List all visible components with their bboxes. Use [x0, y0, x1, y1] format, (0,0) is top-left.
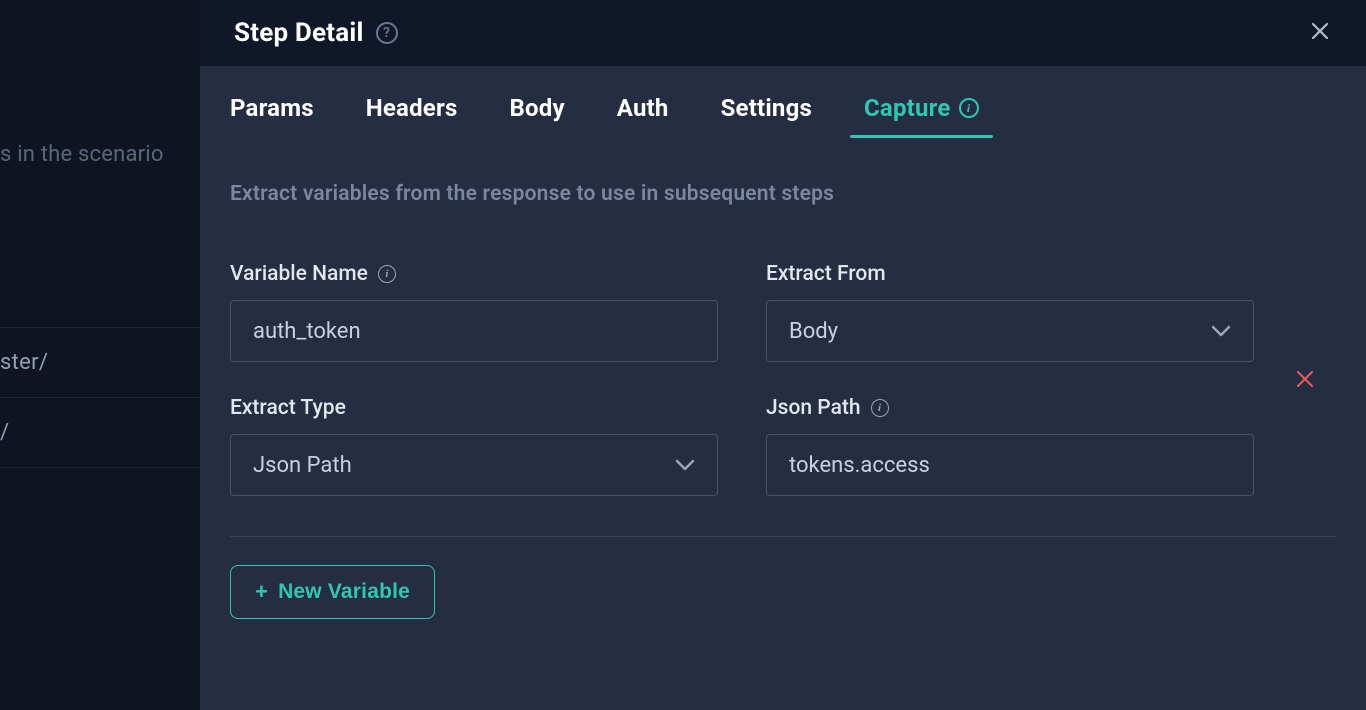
new-variable-button[interactable]: + New Variable	[230, 565, 435, 619]
tab-label: Settings	[721, 94, 812, 122]
background-hint: s in the scenario	[0, 120, 200, 327]
variable-name-input[interactable]	[230, 300, 718, 362]
close-icon[interactable]	[1304, 14, 1336, 52]
field-extract-type: Extract Type Json Path	[230, 396, 718, 496]
delete-variable-icon[interactable]	[1296, 370, 1314, 393]
tab-params[interactable]: Params	[230, 94, 314, 138]
tab-label: Headers	[366, 94, 458, 122]
tab-capture[interactable]: Capture i	[864, 94, 979, 138]
background-panel: s in the scenario ster/ /	[0, 0, 200, 710]
panel-header: Step Detail ?	[200, 0, 1366, 66]
tab-label: Params	[230, 94, 314, 122]
panel-title-wrap: Step Detail ?	[234, 18, 398, 48]
background-item: ster/	[0, 327, 200, 397]
tab-headers[interactable]: Headers	[366, 94, 458, 138]
new-variable-label: New Variable	[278, 580, 410, 604]
variable-block: Variable Name i Extract From Body	[230, 262, 1336, 537]
tab-body[interactable]: Body	[510, 94, 565, 138]
extract-from-select[interactable]: Body	[766, 300, 1254, 362]
background-item: /	[0, 397, 200, 467]
tabs: Params Headers Body Auth Settings Captur…	[200, 66, 1366, 138]
label-variable-name: Variable Name i	[230, 262, 718, 286]
tab-label: Capture	[864, 94, 951, 122]
extract-type-select[interactable]: Json Path	[230, 434, 718, 496]
background-item	[0, 467, 200, 512]
info-icon[interactable]: i	[378, 265, 396, 283]
panel-title: Step Detail	[234, 18, 364, 48]
field-variable-name: Variable Name i	[230, 262, 718, 362]
info-icon: i	[959, 98, 979, 118]
capture-intro: Extract variables from the response to u…	[230, 182, 1336, 206]
step-detail-panel: Step Detail ? Params Headers Body Auth S…	[200, 0, 1366, 710]
info-icon[interactable]: i	[871, 399, 889, 417]
chevron-down-icon	[1211, 325, 1231, 337]
tab-label: Body	[510, 94, 565, 122]
label-extract-from: Extract From	[766, 262, 1254, 286]
field-json-path: Json Path i	[766, 396, 1254, 496]
select-value: Json Path	[253, 453, 352, 478]
label-extract-type: Extract Type	[230, 396, 718, 420]
capture-content: Extract variables from the response to u…	[200, 138, 1366, 619]
tab-settings[interactable]: Settings	[721, 94, 812, 138]
help-icon[interactable]: ?	[376, 22, 398, 44]
chevron-down-icon	[675, 459, 695, 471]
field-extract-from: Extract From Body	[766, 262, 1254, 362]
select-value: Body	[789, 319, 838, 344]
tab-label: Auth	[617, 94, 669, 122]
json-path-input[interactable]	[766, 434, 1254, 496]
plus-icon: +	[255, 581, 268, 603]
label-json-path: Json Path i	[766, 396, 1254, 420]
tab-auth[interactable]: Auth	[617, 94, 669, 138]
